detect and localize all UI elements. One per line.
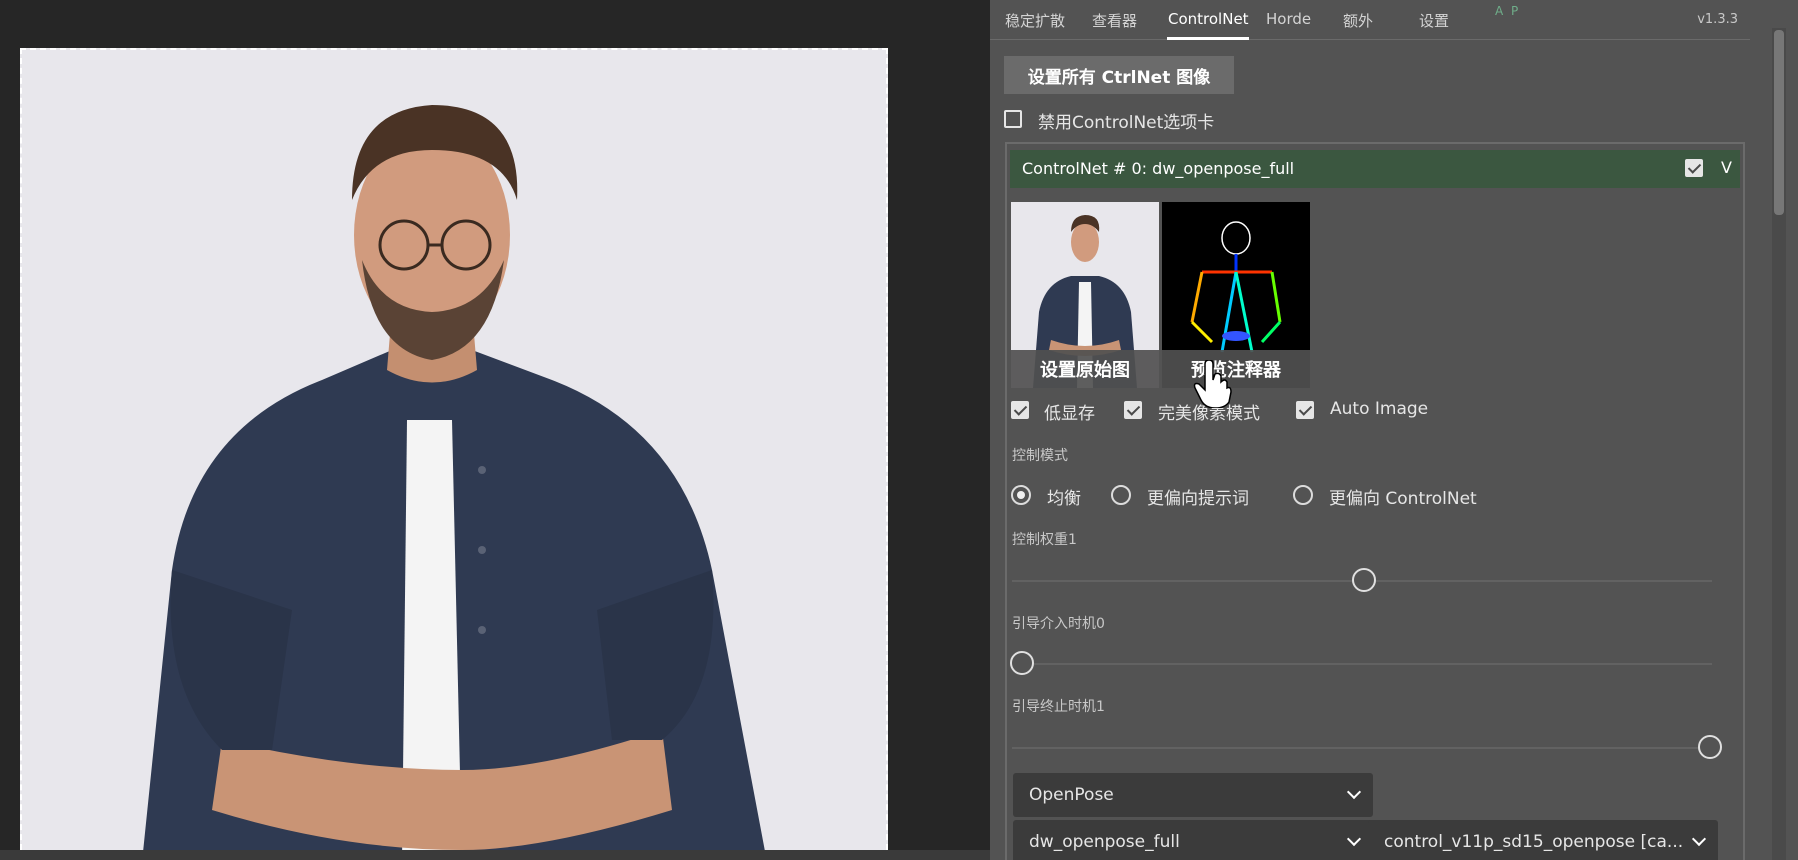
canvas-horizontal-scrollbar[interactable] [0,850,990,860]
control-type-select[interactable]: OpenPose [1013,773,1373,817]
preprocessor-preview-thumbnail[interactable]: 预览注释器 [1162,202,1310,388]
model-select[interactable]: control_v11p_sd15_openpose [ca... [1368,820,1718,860]
preview-annotator-caption[interactable]: 预览注释器 [1162,350,1310,388]
guidance-end-label: 引导终止时机1 [1012,699,1105,715]
guidance-end-track[interactable] [1012,747,1712,749]
control-mode-balanced-radio[interactable] [1011,485,1031,505]
disable-controlnet-tab-label: 禁用ControlNet选项卡 [1038,113,1215,133]
control-mode-prompt-radio[interactable] [1111,485,1131,505]
chevron-down-icon [1346,831,1362,847]
original-image-thumbnail[interactable]: 设置原始图 [1011,202,1159,388]
guidance-start-label: 引导介入时机0 [1012,616,1105,632]
tab-bar: 稳定扩散 查看器 ControlNet Horde 额外 设置 A P [990,0,1750,40]
controlnet-unit-header[interactable]: ControlNet # 0: dw_openpose_full V [1010,150,1740,188]
preprocessor-value: dw_openpose_full [1029,832,1180,852]
unit-title: ControlNet # 0: dw_openpose_full [1022,159,1295,178]
tab-viewer[interactable]: 查看器 [1092,10,1137,31]
controlnet-panel: 稳定扩散 查看器 ControlNet Horde 额外 设置 A P v1.3… [990,0,1798,860]
tab-stable-diffusion[interactable]: 稳定扩散 [1005,10,1065,31]
set-original-image-caption[interactable]: 设置原始图 [1011,350,1159,388]
control-mode-label: 控制模式 [1012,448,1068,464]
tab-horde[interactable]: Horde [1266,10,1311,28]
chevron-down-icon [1346,784,1362,800]
low-vram-checkbox[interactable] [1011,401,1029,419]
unit-enable-checkbox[interactable] [1685,159,1703,177]
guidance-start-track[interactable] [1012,663,1712,665]
control-mode-prompt-label: 更偏向提示词 [1147,489,1249,509]
preprocessor-select[interactable]: dw_openpose_full [1013,820,1373,860]
control-mode-controlnet-label: 更偏向 ControlNet [1329,489,1477,509]
control-mode-controlnet-radio[interactable] [1293,485,1313,505]
model-value: control_v11p_sd15_openpose [ca... [1384,832,1684,852]
tab-controlnet[interactable]: ControlNet [1168,10,1249,28]
portrait-photo [22,50,886,858]
auto-image-label: Auto Image [1330,399,1429,419]
active-tab-indicator [1167,37,1249,40]
version-label: v1.3.3 [1697,12,1738,27]
tab-extras[interactable]: 额外 [1343,10,1373,31]
guidance-end-thumb[interactable] [1698,735,1722,759]
collapse-icon[interactable]: V [1721,158,1732,177]
low-vram-label: 低显存 [1044,404,1095,424]
ap-label: A P [1495,4,1521,18]
set-all-ctrlnet-images-button[interactable]: 设置所有 CtrlNet 图像 [1004,56,1234,94]
guidance-start-thumb[interactable] [1010,651,1034,675]
hand-cursor-icon [1193,360,1232,408]
canvas-area [0,0,990,860]
panel-scrollbar-thumb[interactable] [1774,30,1784,215]
control-mode-balanced-label: 均衡 [1047,489,1081,509]
pixel-perfect-checkbox[interactable] [1124,401,1142,419]
auto-image-checkbox[interactable] [1296,401,1314,419]
document-canvas[interactable] [20,48,888,860]
control-weight-thumb[interactable] [1352,568,1376,592]
tab-settings[interactable]: 设置 [1419,10,1449,31]
disable-controlnet-tab-checkbox[interactable] [1004,110,1022,128]
app-window: 稳定扩散 查看器 ControlNet Horde 额外 设置 A P v1.3… [0,0,1798,860]
control-type-value: OpenPose [1029,785,1114,805]
chevron-down-icon [1691,831,1707,847]
control-weight-label: 控制权重1 [1012,532,1077,548]
